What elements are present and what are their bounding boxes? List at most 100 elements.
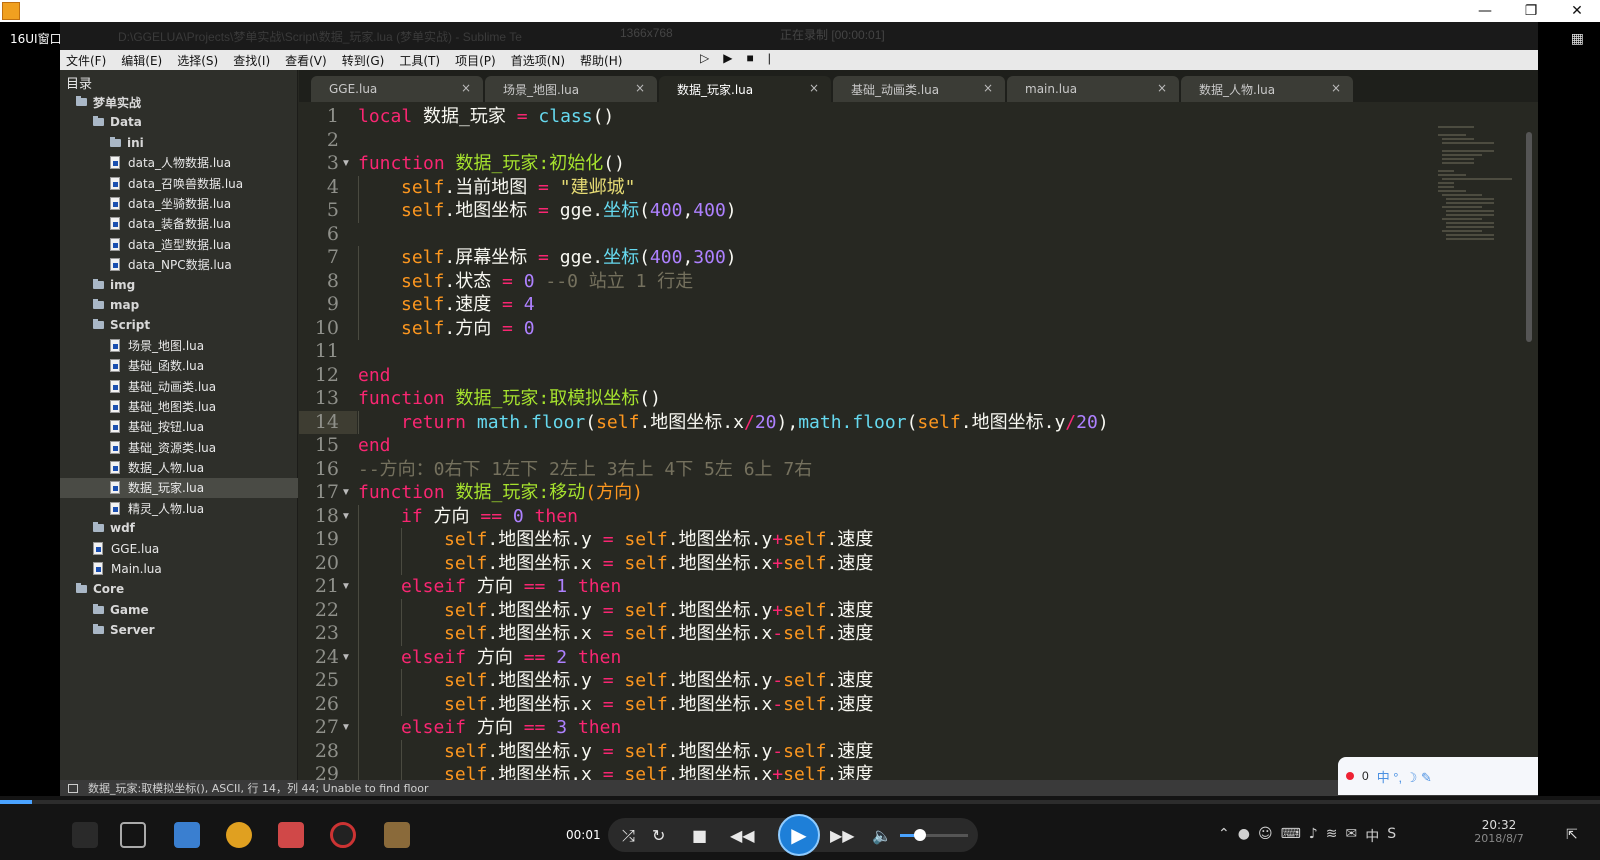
tree-folder[interactable]: img (60, 275, 298, 295)
message-icon[interactable]: ✉ (1345, 826, 1357, 846)
tree-folder[interactable]: 梦单实战 (60, 92, 298, 112)
fold-arrow-icon[interactable]: ▼ (341, 575, 351, 599)
close-tab-icon[interactable]: × (461, 81, 471, 95)
code-line[interactable]: self.地图坐标.y = self.地图坐标.y-self.速度 (444, 669, 873, 693)
play-icon[interactable]: ▶ (723, 51, 732, 65)
stop-icon[interactable]: ■ (746, 51, 753, 65)
code-line[interactable]: elseif 方向 == 3 then (401, 716, 621, 740)
code-line[interactable]: --方向：0右下 1左下 2左上 3右上 4下 5左 6上 7右 (358, 458, 812, 482)
code-line[interactable]: self.地图坐标.y = self.地图坐标.y+self.速度 (444, 599, 873, 623)
tab[interactable]: 数据_人物.lua × (1181, 76, 1353, 102)
tree-file[interactable]: 基础_资源类.lua (60, 437, 298, 457)
play-outline-icon[interactable]: ▷ (700, 51, 709, 65)
tree-file[interactable]: 精灵_人物.lua (60, 498, 298, 518)
code-line[interactable]: return math.floor(self.地图坐标.x/20),math.f… (401, 411, 1109, 435)
sogou-icon[interactable]: S (1387, 826, 1396, 846)
fold-arrow-icon[interactable]: ▼ (341, 716, 351, 740)
close-tab-icon[interactable]: × (635, 81, 645, 95)
tree-folder[interactable]: ini (60, 133, 298, 153)
close-tab-icon[interactable]: × (983, 81, 993, 95)
chat-icon[interactable] (278, 822, 304, 848)
code-line[interactable]: self.地图坐标.x = self.地图坐标.x+self.速度 (444, 552, 873, 576)
tree-folder[interactable]: Script (60, 315, 298, 335)
shuffle-icon[interactable]: ⤮ (622, 826, 635, 846)
browser-icon[interactable] (226, 822, 252, 848)
tray-user-icon[interactable]: ☺ (1258, 826, 1273, 846)
menu-item[interactable]: 选择(S) (177, 52, 218, 69)
keyboard-icon[interactable]: ⌨ (1281, 826, 1301, 846)
code-line[interactable]: elseif 方向 == 2 then (401, 646, 621, 670)
menu-item[interactable]: 转到(G) (342, 52, 385, 69)
tree-file[interactable]: 基础_按钮.lua (60, 417, 298, 437)
tree-file[interactable]: data_召唤兽数据.lua (60, 173, 298, 193)
tree-folder[interactable]: wdf (60, 518, 298, 538)
code-line[interactable]: self.地图坐标.x = self.地图坐标.x-self.速度 (444, 622, 873, 646)
stop-button-icon[interactable]: ■ (692, 826, 707, 845)
close-tab-icon[interactable]: × (809, 81, 819, 95)
menu-item[interactable]: 工具(T) (399, 52, 440, 69)
code-editor[interactable]: 1 local 数据_玩家 = class() 2 3 ▼ function 数据_玩家:… (299, 102, 1538, 780)
code-line[interactable]: self.状态 = 0 --0 站立 1 行走 (401, 270, 693, 294)
code-line[interactable]: end (358, 364, 391, 388)
tree-file[interactable]: data_NPC数据.lua (60, 254, 298, 274)
menu-item[interactable]: 首选项(N) (511, 52, 565, 69)
clock[interactable]: 20:32 2018/8/7 (1464, 818, 1534, 845)
code-line[interactable]: self.地图坐标.x = self.地图坐标.x-self.速度 (444, 693, 873, 717)
menu-item[interactable]: 帮助(H) (580, 52, 622, 69)
menu-item[interactable]: 项目(P) (455, 52, 496, 69)
code-line[interactable]: self.地图坐标.y = self.地图坐标.y+self.速度 (444, 528, 873, 552)
code-line[interactable]: self.当前地图 = "建邺城" (401, 176, 635, 200)
chevron-up-icon[interactable]: ⌃ (1218, 826, 1230, 846)
tree-file[interactable]: 基础_动画类.lua (60, 376, 298, 396)
code-line[interactable]: elseif 方向 == 1 then (401, 575, 621, 599)
editor-scrollbar[interactable] (1526, 132, 1532, 342)
tree-file[interactable]: Main.lua (60, 559, 298, 579)
code-line[interactable]: self.方向 = 0 (401, 317, 535, 341)
sublime-app-icon[interactable] (384, 822, 410, 848)
speaker-icon[interactable]: ♪ (1309, 826, 1318, 846)
menu-item[interactable]: 文件(F) (66, 52, 106, 69)
code-line[interactable]: self.地图坐标.y = self.地图坐标.y-self.速度 (444, 740, 873, 764)
fold-arrow-icon[interactable]: ▼ (341, 481, 351, 505)
tree-file[interactable]: GGE.lua (60, 539, 298, 559)
tree-file[interactable]: 基础_地图类.lua (60, 397, 298, 417)
menu-item[interactable]: 编辑(E) (121, 52, 162, 69)
start-icon[interactable] (72, 822, 98, 848)
menu-item[interactable]: 查找(I) (233, 52, 270, 69)
ime-indicator-icon[interactable]: 中 (1365, 826, 1379, 846)
tray-app-icon[interactable]: ● (1238, 826, 1250, 846)
task-view-icon[interactable] (120, 822, 146, 848)
tree-folder[interactable]: Core (60, 579, 298, 599)
tree-folder[interactable]: Data (60, 112, 298, 132)
tree-folder[interactable]: map (60, 295, 298, 315)
tree-file[interactable]: data_装备数据.lua (60, 214, 298, 234)
code-line[interactable]: function 数据_玩家:移动(方向) (358, 481, 643, 505)
ime-popup[interactable]: 0 中 °, ☽ ✎ (1338, 757, 1538, 795)
code-line[interactable]: end (358, 434, 391, 458)
tree-file[interactable]: 数据_人物.lua (60, 457, 298, 477)
tab[interactable]: main.lua × (1007, 76, 1179, 102)
video-frame[interactable]: D:\GGELUA\Projects\梦单实战\Script\数据_玩家.lua… (60, 22, 1538, 796)
tree-file[interactable]: 数据_玩家.lua (60, 477, 298, 498)
fold-arrow-icon[interactable]: ▼ (341, 646, 351, 670)
tree-file[interactable]: 基础_函数.lua (60, 356, 298, 376)
app-icon[interactable] (174, 822, 200, 848)
restore-button[interactable]: ❐ (1508, 0, 1554, 22)
forward-icon[interactable]: ▶▶ (830, 826, 855, 845)
tree-file[interactable]: data_人物数据.lua (60, 153, 298, 173)
code-line[interactable]: self.地图坐标.x = self.地图坐标.x+self.速度 (444, 763, 873, 780)
ime-label[interactable]: 中 °, ☽ ✎ (1377, 767, 1432, 786)
export-icon[interactable]: ⇱ (1566, 826, 1578, 843)
tab[interactable]: GGE.lua × (311, 76, 483, 102)
tab[interactable]: 场景_地图.lua × (485, 76, 657, 102)
tree-file[interactable]: data_造型数据.lua (60, 234, 298, 254)
code-line[interactable]: function 数据_玩家:取模拟坐标() (358, 387, 661, 411)
rewind-icon[interactable]: ◀◀ (730, 826, 755, 845)
fold-arrow-icon[interactable]: ▼ (341, 152, 351, 176)
menu-item[interactable]: 查看(V) (285, 52, 327, 69)
repeat-icon[interactable]: ↻ (652, 826, 665, 845)
code-line[interactable]: self.屏幕坐标 = gge.坐标(400,300) (401, 246, 737, 270)
tree-file[interactable]: data_坐骑数据.lua (60, 194, 298, 214)
code-line[interactable]: if 方向 == 0 then (401, 505, 578, 529)
code-line[interactable]: local 数据_玩家 = class() (358, 105, 614, 129)
